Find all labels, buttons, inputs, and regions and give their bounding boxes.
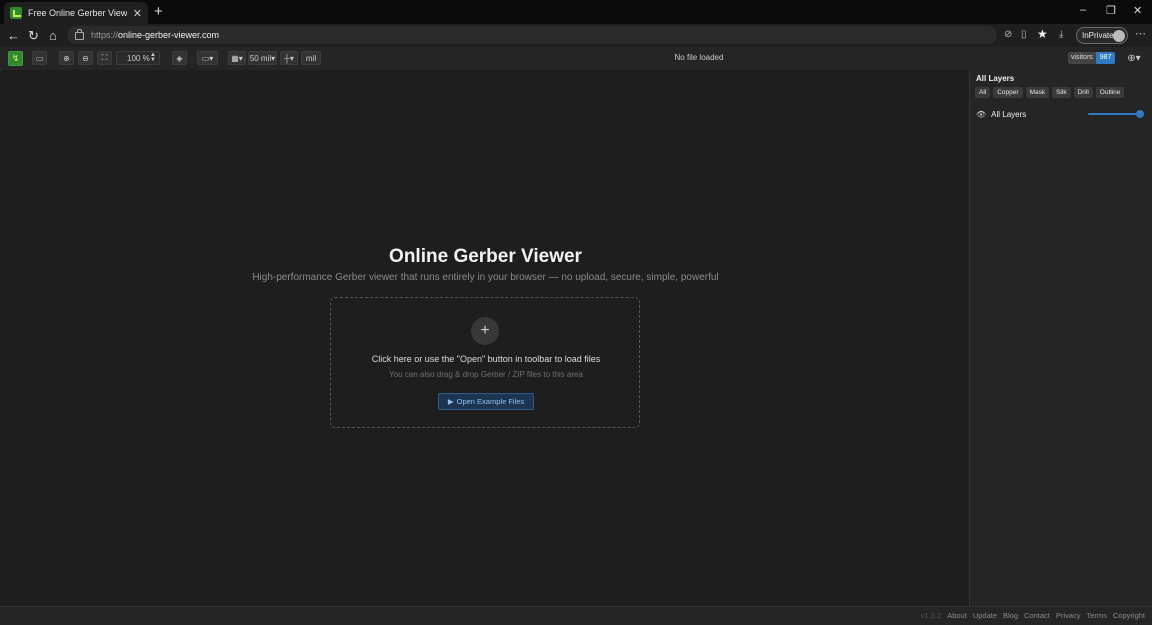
lock-icon [75,29,84,40]
add-file-icon[interactable]: + [471,317,499,345]
visibility-eye-icon[interactable]: 👁 [976,110,986,119]
new-tab-icon[interactable]: + [154,3,163,20]
browser-titlebar: Free Online Gerber Viewer - View G ✕ + –… [0,0,1152,24]
opacity-slider[interactable] [1088,110,1144,118]
opacity-slider-handle[interactable] [1136,110,1144,118]
layers-panel-title: All Layers [976,74,1015,83]
drop-zone-hint: You can also drag & drop Gerber / ZIP fi… [389,370,583,379]
footer-link-copyright[interactable]: Copyright [1113,611,1145,620]
footer-link-contact[interactable]: Contact [1024,611,1050,620]
url-field[interactable]: https://online-gerber-viewer.com [67,26,997,44]
inprivate-badge[interactable]: InPrivate [1076,27,1128,44]
download-icon[interactable]: ⤓ [1059,29,1063,40]
footer-link-about[interactable]: About [947,611,967,620]
site-favicon-icon [10,7,22,19]
filter-all-button[interactable]: All [975,87,991,98]
open-example-label: Open Example Files [456,397,525,406]
filter-copper-button[interactable]: Copper [993,87,1023,98]
browser-tab[interactable]: Free Online Gerber Viewer - View G ✕ [4,2,148,24]
globe-icon: ⊕▾ [1127,52,1141,64]
minimize-icon[interactable]: – [1080,4,1086,16]
app-toolbar: ↯ ▭ ⊕ ⊖ ⛶ 100 % ▲ ▼ ◈ ▭▾ ▦▾ 50 mil ▾ ┼▾ mi… [0,47,1152,71]
layers-panel: All Layers All Copper Mask Silk Drill Ou… [969,70,1152,606]
app-footer: v1.3.2 About Update Blog Contact Privacy… [0,606,1152,625]
tab-close-icon[interactable]: ✕ [133,7,142,20]
viewer-canvas[interactable]: Online Gerber Viewer High-performance Ge… [2,70,969,606]
play-icon: ▶ [447,397,454,406]
all-layers-label: All Layers [991,109,1027,119]
footer-link-terms[interactable]: Terms [1086,611,1106,620]
home-icon[interactable]: ⌂ [49,28,57,43]
filter-silk-button[interactable]: Silk [1052,87,1071,98]
file-status: No file loaded [674,53,724,62]
footer-link-update[interactable]: Update [973,611,997,620]
visitors-count: 987 [1095,52,1116,64]
layer-filter-group: All Copper Mask Silk Drill Outline [975,87,1125,98]
address-bar-row: ← ↻ ⌂ https://online-gerber-viewer.com ⊘… [0,24,1152,47]
all-layers-row: 👁 All Layers [976,108,1148,120]
open-example-files-button[interactable]: ▶ Open Example Files [438,393,534,410]
page-title: Online Gerber Viewer [389,246,582,267]
refresh-icon[interactable]: ↻ [28,28,39,44]
footer-link-blog[interactable]: Blog [1003,611,1018,620]
url-protocol: https:// [91,30,119,40]
restore-icon[interactable]: ❐ [1106,4,1116,17]
favorite-star-icon[interactable]: ★ [1037,27,1048,41]
file-drop-zone[interactable]: + Click here or use the "Open" button in… [330,297,640,428]
visitors-badge: visitors 987 [1068,52,1116,64]
drop-zone-instruction: Click here or use the "Open" button in t… [371,354,601,364]
tab-title: Free Online Gerber Viewer - View G [28,8,127,18]
more-options-icon[interactable]: ⋯ [1135,27,1146,40]
visitors-label: visitors [1068,52,1096,64]
filter-outline-button[interactable]: Outline [1095,87,1125,98]
reading-view-icon[interactable]: ▯ [1021,29,1027,40]
page-subtitle: High-performance Gerber viewer that runs… [252,272,719,283]
filter-drill-button[interactable]: Drill [1073,87,1093,98]
footer-links: v1.3.2 About Update Blog Contact Privacy… [921,611,1145,620]
tracking-prevention-icon[interactable]: ⊘ [1004,29,1012,40]
version-label: v1.3.2 [920,611,942,620]
language-dropdown[interactable]: ⊕▾ [1124,51,1144,65]
avatar [1113,30,1125,42]
url-host: online-gerber-viewer.com [118,30,220,40]
filter-mask-button[interactable]: Mask [1025,87,1050,98]
close-window-icon[interactable]: ✕ [1133,4,1142,17]
back-icon[interactable]: ← [7,28,20,43]
inprivate-label: InPrivate [1082,31,1114,40]
footer-link-privacy[interactable]: Privacy [1056,611,1081,620]
